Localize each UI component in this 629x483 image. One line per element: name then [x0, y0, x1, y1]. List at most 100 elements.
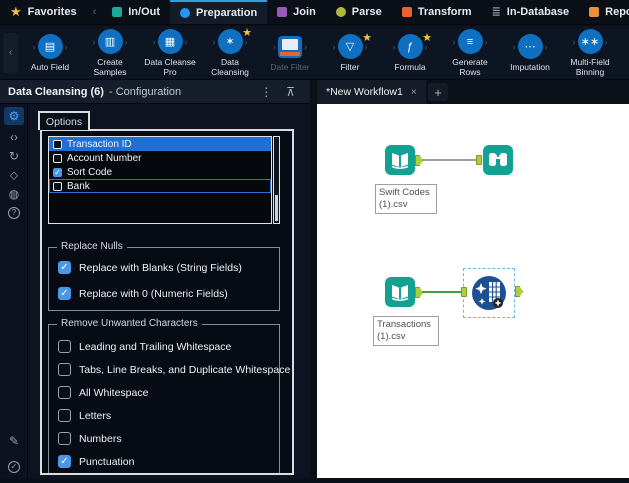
configuration-panel: Data Cleansing (6) - Configuration ⋮ ⊼ ⚙… [0, 80, 310, 478]
tool-filter[interactable]: ★ › ▽ › Filter [320, 32, 380, 73]
gear-icon[interactable]: ⚙ [4, 107, 24, 125]
option-numbers[interactable]: Numbers [58, 432, 122, 445]
xml-view-icon[interactable]: ‹› [4, 128, 24, 146]
tag-icon[interactable]: ⬦ [4, 166, 24, 184]
configuration-title: Data Cleansing (6) [8, 85, 104, 98]
option-tabs-line-breaks[interactable]: Tabs, Line Breaks, and Duplicate Whitesp… [58, 363, 290, 376]
tool-auto-field[interactable]: › ▤ › Auto Field [20, 33, 80, 73]
tab-join[interactable]: Join [267, 0, 326, 24]
checkbox[interactable] [53, 139, 62, 149]
checkbox-checked[interactable]: ✓ [58, 261, 71, 274]
new-workflow-button[interactable]: + [428, 83, 448, 101]
data-cleansing-icon [472, 276, 506, 310]
workflow-canvas[interactable]: Swift Codes (1).csv Transactions (1).csv [317, 104, 629, 478]
filter-icon: ▽ [337, 34, 363, 60]
pencil-icon[interactable]: ✎ [4, 432, 24, 450]
anchor-in-icon: › [273, 41, 276, 52]
node-input-swift-codes[interactable] [385, 145, 415, 175]
node-label-transactions[interactable]: Transactions (1).csv [373, 316, 439, 346]
option-leading-trailing-whitespace[interactable]: Leading and Trailing Whitespace [58, 340, 231, 353]
tool-formula[interactable]: ★ › ƒ › Formula [380, 32, 440, 73]
close-icon[interactable]: × [411, 87, 417, 98]
checkbox[interactable] [53, 181, 62, 191]
configuration-header: Data Cleansing (6) - Configuration ⋮ ⊼ [0, 80, 310, 104]
tool-multi-field-binning[interactable]: › ∗∗ › Multi-Field Binning [560, 28, 620, 78]
tab-in-database[interactable]: ≣ In-Database [482, 0, 580, 24]
tab-in-out[interactable]: In/Out [102, 0, 170, 24]
tool-date-filter[interactable]: › › Date Filter [260, 33, 320, 73]
output-anchor[interactable] [515, 286, 523, 297]
field-list-scrollbar[interactable] [273, 136, 280, 224]
checkbox[interactable] [58, 432, 71, 445]
checkbox[interactable] [58, 363, 71, 376]
workflow-tab[interactable]: *New Workflow1 × [317, 80, 426, 104]
option-letters[interactable]: Letters [58, 409, 111, 422]
tool-imputation[interactable]: › ⋯ › Imputation [500, 33, 560, 73]
checkbox-checked[interactable]: ✓ [58, 455, 71, 468]
input-anchor[interactable] [461, 287, 467, 297]
option-label: Punctuation [79, 455, 135, 468]
option-all-whitespace[interactable]: All Whitespace [58, 386, 148, 399]
pin-icon[interactable]: ⊼ [279, 85, 302, 99]
checkbox[interactable] [58, 340, 71, 353]
tab-scroll-left[interactable]: ‹ [87, 0, 103, 24]
option-label: Numbers [79, 432, 122, 445]
field-row-sort-code[interactable]: ✓ Sort Code [49, 165, 271, 179]
tab-parse[interactable]: Parse [326, 0, 392, 24]
node-browse[interactable] [483, 145, 513, 175]
group-remove-unwanted-characters: Remove Unwanted Characters Leading and T… [48, 318, 290, 473]
tab-favorites[interactable]: ★ Favorites [0, 0, 87, 24]
tool-label: Create Samples [93, 56, 127, 77]
anchor-out-icon: › [124, 36, 128, 47]
palette-collapse-button[interactable]: ‹ [3, 32, 18, 73]
config-side-rail: ⚙ ‹› ↻ ⬦ ◍ ? ✎ ✓ [0, 104, 28, 478]
field-row-account-number[interactable]: Account Number [49, 151, 271, 165]
node-input-transactions[interactable] [385, 277, 415, 307]
connection-wire-grey[interactable] [422, 159, 480, 161]
refresh-icon[interactable]: ↻ [4, 147, 24, 165]
node-label-swift-codes[interactable]: Swift Codes (1).csv [375, 184, 437, 214]
check-circle-icon[interactable]: ✓ [4, 458, 24, 476]
kebab-menu-icon[interactable]: ⋮ [253, 85, 279, 99]
chevron-left-icon: ‹ [92, 6, 97, 18]
output-anchor[interactable] [415, 155, 423, 166]
in-out-icon [112, 7, 123, 17]
tab-label: Parse [351, 6, 382, 18]
tab-preparation[interactable]: Preparation [170, 0, 268, 24]
field-row-bank[interactable]: Bank [49, 179, 271, 193]
tab-options[interactable]: Options [38, 111, 90, 130]
group-title: Replace Nulls [57, 241, 127, 252]
tab-transform[interactable]: Transform [392, 0, 482, 24]
input-anchor[interactable] [476, 155, 482, 165]
field-label: Transaction ID [67, 138, 132, 150]
checkbox[interactable] [53, 153, 62, 163]
tab-label: Join [293, 6, 316, 18]
field-row-transaction-id[interactable]: Transaction ID [49, 137, 271, 151]
reporting-icon [589, 7, 600, 17]
browse-binoculars-icon [483, 145, 513, 175]
tool-data-cleanse-pro[interactable]: › ▦ › Data Cleanse Pro [140, 28, 200, 78]
connection-wire-green[interactable] [422, 291, 464, 293]
tool-data-cleansing[interactable]: ★ › ✶ › Data Cleansing [200, 27, 260, 78]
option-replace-zero[interactable]: ✓ Replace with 0 (Numeric Fields) [58, 287, 228, 300]
node-data-cleansing-selected[interactable] [461, 268, 523, 318]
parse-icon [335, 7, 346, 17]
tool-label: Imputation [510, 61, 550, 72]
anchor-in-icon: › [212, 36, 216, 47]
output-anchor[interactable] [415, 287, 423, 298]
tool-create-samples[interactable]: › ▥ › Create Samples [80, 28, 140, 78]
tab-label: Preparation [196, 7, 258, 19]
checkbox[interactable] [58, 409, 71, 422]
checkbox-checked[interactable]: ✓ [58, 287, 71, 300]
anchor-in-icon: › [32, 41, 36, 52]
globe-icon[interactable]: ◍ [4, 185, 24, 203]
tool-generate-rows[interactable]: › ≡ › Generate Rows [440, 28, 500, 78]
checkbox-checked[interactable]: ✓ [53, 167, 62, 177]
checkbox[interactable] [58, 386, 71, 399]
help-icon[interactable]: ? [4, 204, 24, 222]
option-punctuation[interactable]: ✓ Punctuation [58, 455, 134, 468]
tab-reporting[interactable]: Reporting [579, 0, 629, 24]
option-replace-blanks[interactable]: ✓ Replace with Blanks (String Fields) [58, 261, 242, 274]
tool-label: Date Filter [270, 61, 310, 72]
anchor-out-icon: › [604, 36, 608, 47]
